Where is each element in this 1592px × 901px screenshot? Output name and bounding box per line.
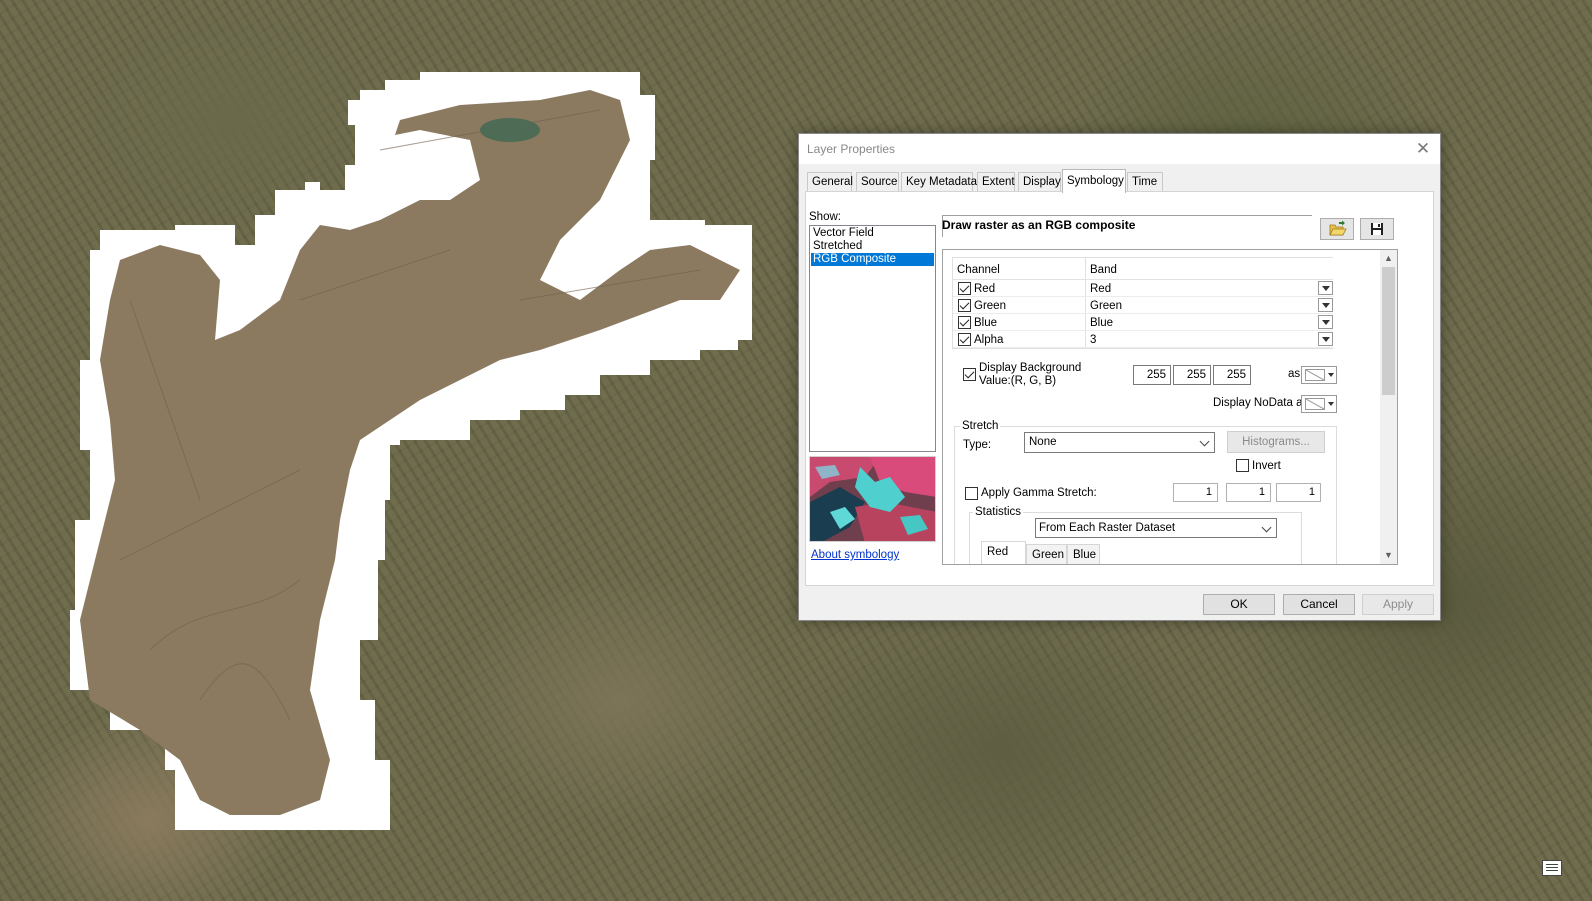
- stats-tab-red[interactable]: Red: [981, 541, 1026, 564]
- invert-label: Invert: [1252, 460, 1281, 472]
- statistics-legend: Statistics: [973, 506, 1024, 518]
- color-swatch: [1305, 369, 1325, 381]
- background-b-input[interactable]: 255: [1213, 365, 1251, 385]
- background-r-input[interactable]: 255: [1133, 365, 1171, 385]
- gamma-green-input[interactable]: 1: [1226, 483, 1271, 502]
- stats-tab-green[interactable]: Green: [1026, 544, 1067, 564]
- red-channel-checkbox[interactable]: [958, 282, 971, 295]
- show-item-stretched[interactable]: Stretched: [811, 240, 934, 253]
- symbology-panel: Show: Vector Field Stretched RGB Composi…: [805, 191, 1434, 586]
- channel-label: Green: [974, 300, 1006, 312]
- background-value-checkbox[interactable]: [963, 368, 976, 381]
- tab-symbology[interactable]: Symbology: [1062, 169, 1126, 193]
- band-value[interactable]: Blue: [1090, 317, 1113, 329]
- stats-tab-blue[interactable]: Blue: [1067, 544, 1100, 564]
- band-column-header: Band: [1090, 264, 1117, 276]
- background-color-picker[interactable]: [1301, 366, 1337, 384]
- scrollbar-thumb[interactable]: [1382, 267, 1395, 395]
- tab-general[interactable]: General: [807, 172, 853, 192]
- cancel-button[interactable]: Cancel: [1283, 594, 1355, 615]
- tab-source[interactable]: Source: [856, 172, 899, 192]
- blue-channel-checkbox[interactable]: [958, 316, 971, 329]
- save-icon: [1371, 223, 1383, 235]
- chevron-down-icon: [1261, 522, 1272, 533]
- gamma-red-input[interactable]: 1: [1173, 483, 1218, 502]
- about-symbology-link[interactable]: About symbology: [811, 549, 899, 561]
- scroll-up-icon[interactable]: ▲: [1380, 250, 1397, 267]
- title-divider: [942, 215, 1312, 216]
- chevron-down-icon: [1328, 402, 1334, 406]
- options-scroll-panel[interactable]: Channel Band Red Red Green Green Blue Bl…: [942, 249, 1398, 565]
- channel-label: Red: [974, 283, 996, 295]
- band-value[interactable]: Red: [1090, 283, 1111, 295]
- chevron-down-icon[interactable]: [1318, 315, 1333, 329]
- band-value[interactable]: Green: [1090, 300, 1122, 312]
- gamma-stretch-label: Apply Gamma Stretch:: [981, 487, 1097, 499]
- color-swatch: [1305, 398, 1325, 410]
- stretch-type-label: Type:: [963, 439, 992, 451]
- stats-tab-baseline: [979, 564, 1169, 565]
- column-divider: [1085, 258, 1086, 279]
- tab-extent[interactable]: Extent: [977, 172, 1015, 192]
- table-row: Alpha 3: [953, 331, 1333, 348]
- band-value[interactable]: 3: [1090, 334, 1096, 346]
- scroll-down-icon[interactable]: ▼: [1380, 547, 1397, 564]
- as-label: as: [1288, 368, 1301, 380]
- dialog-titlebar[interactable]: Layer Properties ✕: [799, 134, 1440, 164]
- close-icon[interactable]: ✕: [1412, 138, 1434, 160]
- tab-display[interactable]: Display: [1018, 172, 1061, 192]
- show-label: Show:: [809, 211, 841, 223]
- table-header-row: Channel Band: [953, 258, 1333, 280]
- chevron-down-icon[interactable]: [1318, 332, 1333, 346]
- show-list[interactable]: Vector Field Stretched RGB Composite: [809, 225, 936, 452]
- channel-label: Alpha: [974, 334, 1004, 346]
- vertical-scrollbar[interactable]: ▲ ▼: [1380, 250, 1397, 564]
- apply-button[interactable]: Apply: [1362, 594, 1434, 615]
- channel-column-header: Channel: [957, 264, 1000, 276]
- channel-band-table: Channel Band Red Red Green Green Blue Bl…: [952, 257, 1333, 349]
- chevron-down-icon: [1328, 373, 1334, 377]
- save-button[interactable]: [1360, 218, 1394, 240]
- symbology-preview-image: [809, 456, 936, 542]
- table-row: Red Red: [953, 280, 1333, 297]
- table-row: Blue Blue: [953, 314, 1333, 331]
- tab-time[interactable]: Time: [1127, 172, 1163, 192]
- gamma-stretch-checkbox[interactable]: [965, 487, 978, 500]
- stretch-legend: Stretch: [960, 420, 1001, 432]
- chevron-down-icon: [1199, 436, 1210, 447]
- histograms-button[interactable]: Histograms...: [1227, 431, 1325, 453]
- open-folder-button[interactable]: [1320, 218, 1354, 240]
- reservoir: [480, 118, 540, 142]
- layer-properties-dialog: Layer Properties ✕ General Source Key Me…: [798, 133, 1441, 621]
- background-g-input[interactable]: 255: [1173, 365, 1211, 385]
- column-divider: [1085, 280, 1086, 296]
- nodata-label: Display NoData as: [1213, 397, 1309, 409]
- invert-checkbox[interactable]: [1236, 459, 1249, 472]
- statistics-source-select[interactable]: From Each Raster Dataset: [1035, 518, 1277, 538]
- channel-label: Blue: [974, 317, 998, 329]
- alpha-channel-checkbox[interactable]: [958, 333, 971, 346]
- dialog-title: Layer Properties: [807, 142, 896, 156]
- chevron-down-icon[interactable]: [1318, 298, 1333, 312]
- show-item-vector-field[interactable]: Vector Field: [811, 227, 934, 240]
- stretch-type-value: None: [1029, 436, 1057, 448]
- nodata-color-picker[interactable]: [1301, 395, 1337, 413]
- statistics-source-value: From Each Raster Dataset: [1039, 522, 1176, 534]
- stretch-type-select[interactable]: None: [1024, 432, 1215, 453]
- open-folder-icon: [1329, 220, 1347, 236]
- chevron-down-icon[interactable]: [1318, 281, 1333, 295]
- draw-raster-title: Draw raster as an RGB composite: [942, 218, 1136, 232]
- tab-key-metadata[interactable]: Key Metadata: [901, 172, 977, 192]
- column-divider: [1085, 314, 1086, 330]
- background-value-label: Display Background Value:(R, G, B): [979, 362, 1082, 387]
- table-row: Green Green: [953, 297, 1333, 314]
- ok-button[interactable]: OK: [1203, 594, 1275, 615]
- column-divider: [1085, 331, 1086, 347]
- column-divider: [1085, 297, 1086, 313]
- show-item-rgb-composite[interactable]: RGB Composite: [811, 253, 934, 266]
- options-content: Channel Band Red Red Green Green Blue Bl…: [943, 250, 1379, 565]
- gamma-blue-input[interactable]: 1: [1276, 483, 1321, 502]
- green-channel-checkbox[interactable]: [958, 299, 971, 312]
- notification-icon[interactable]: [1542, 860, 1562, 876]
